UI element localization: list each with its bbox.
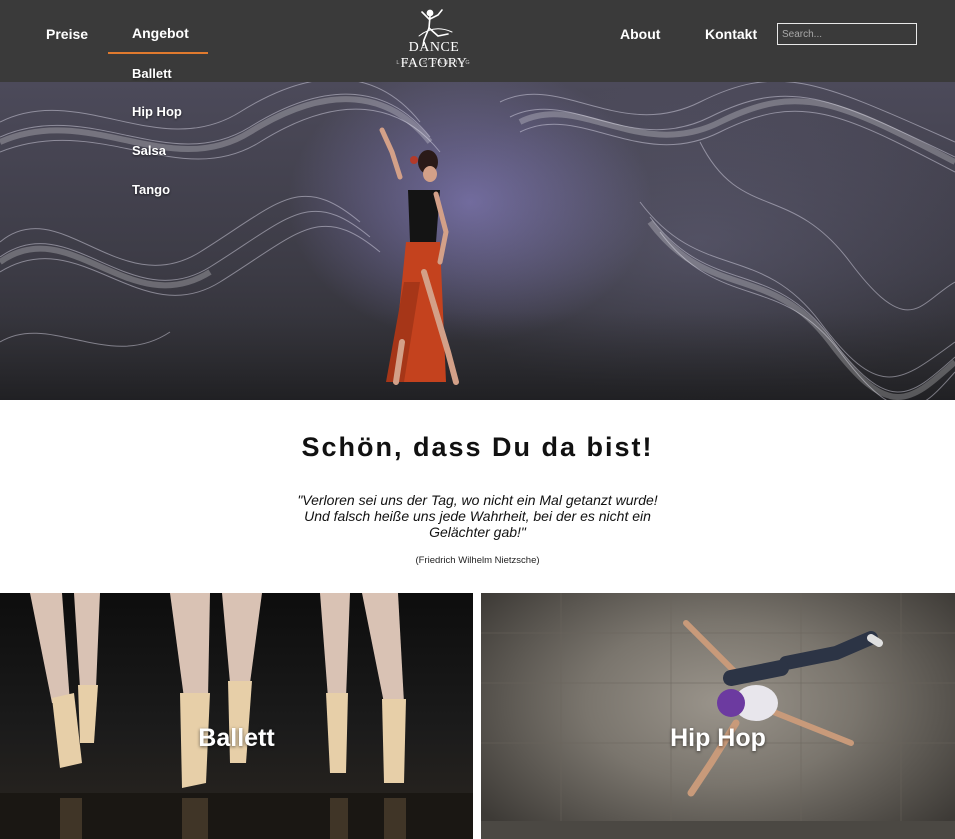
dance-factory-logo[interactable]: DANCE FACTORY LIFE IS DANCING xyxy=(378,6,490,71)
quote-author: (Friedrich Wilhelm Nietzsche) xyxy=(415,555,540,566)
dropdown-item-hip-hop[interactable]: Hip Hop xyxy=(132,104,182,119)
card-ballett[interactable]: Ballett xyxy=(0,593,473,839)
card-hip-hop[interactable]: Hip Hop xyxy=(481,593,955,839)
nav-angebot[interactable]: Angebot xyxy=(132,25,189,41)
dropdown-item-salsa[interactable]: Salsa xyxy=(132,143,166,158)
nav-kontakt[interactable]: Kontakt xyxy=(705,26,757,42)
card-hip-hop-label: Hip Hop xyxy=(670,724,766,752)
nav-about[interactable]: About xyxy=(620,26,660,42)
search-input[interactable] xyxy=(777,23,917,45)
card-ballett-label: Ballett xyxy=(198,724,275,752)
logo-wordmark: DANCE FACTORY xyxy=(400,40,468,71)
nietzsche-quote: "Verloren sei uns der Tag, wo nicht ein … xyxy=(297,492,658,540)
welcome-heading: Schön, dass Du da bist! xyxy=(301,432,654,462)
hero-dancer-artwork xyxy=(0,82,955,400)
hero-image xyxy=(0,82,955,400)
hip-hop-dancer-artwork xyxy=(481,593,955,839)
nav-active-underline xyxy=(108,52,208,54)
nav-preise[interactable]: Preise xyxy=(46,26,88,42)
dropdown-item-tango[interactable]: Tango xyxy=(132,182,170,197)
logo-tagline: LIFE IS DANCING xyxy=(396,60,472,66)
ballet-feet-artwork xyxy=(0,593,473,839)
dropdown-item-ballett[interactable]: Ballett xyxy=(132,66,172,81)
